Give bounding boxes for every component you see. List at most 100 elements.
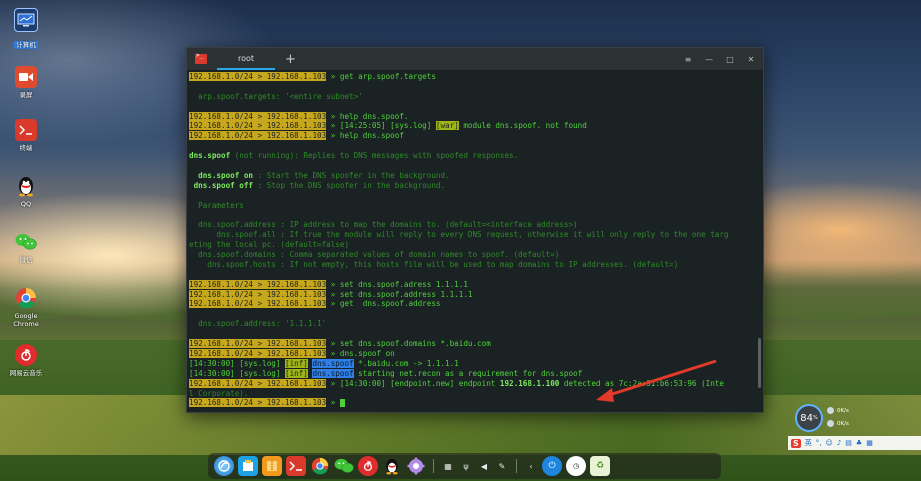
desktop-icon-label: 终端 — [19, 144, 33, 152]
sogou-logo-icon[interactable]: S — [791, 438, 801, 448]
tab-label: root — [237, 53, 255, 63]
terminal-titlebar[interactable]: root + ≡ — □ ✕ — [187, 48, 763, 70]
keyboard-icon[interactable]: ▤ — [845, 439, 852, 447]
clock-icon[interactable]: ◷ — [566, 456, 586, 476]
prompt: 192.168.1.0/24 > 192.168.1.103 — [189, 279, 327, 289]
terminal-icon[interactable] — [286, 456, 306, 476]
skin-icon[interactable]: ♣ — [856, 439, 862, 447]
terminal-line: dns.spoof.address: '1.1.1.1' — [189, 319, 327, 329]
terminal-line: dns.spoof on : Start the DNS spoofer in … — [189, 170, 450, 180]
terminal-line: dns.spoof.all : If true the module will … — [189, 230, 729, 240]
pen-icon[interactable]: ✎ — [495, 456, 509, 476]
upload-speed: 0K/s — [827, 407, 849, 414]
computer-icon — [14, 8, 38, 32]
cpu-gauge: 84% — [795, 404, 823, 432]
volume-icon[interactable]: ◀ — [477, 456, 491, 476]
dock: ▦ ψ ◀ ✎ ‹ ⏻ ◷ ♻ — [208, 453, 721, 479]
terminal-app-icon — [195, 52, 207, 64]
terminal-line: 192.168.1.0/24 > 192.168.1.103 » set dns… — [189, 339, 491, 349]
netease-music-icon — [15, 344, 37, 366]
desktop-icon-recorder[interactable]: 录屏 — [6, 66, 46, 99]
terminal-cursor — [339, 399, 345, 408]
terminal-line: dns.spoof (not running): Replies to DNS … — [189, 151, 519, 161]
ime-mode[interactable]: 英 — [805, 438, 812, 448]
desktop-icon-label: QQ — [20, 200, 32, 208]
launcher-icon[interactable] — [214, 456, 234, 476]
prompt: 192.168.1.0/24 > 192.168.1.103 — [189, 398, 327, 408]
annotation-arrow-icon — [596, 359, 717, 402]
terminal-line: 192.168.1.0/24 > 192.168.1.103 » help dn… — [189, 111, 409, 121]
settings-icon[interactable] — [406, 456, 426, 476]
download-speed: 0K/s — [827, 420, 849, 427]
desktop-icon-label: 录屏 — [19, 91, 33, 99]
prompt: 192.168.1.0/24 > 192.168.1.103 — [189, 111, 327, 121]
desktop-icon-terminal[interactable]: 终端 — [6, 119, 46, 152]
archive-icon[interactable] — [262, 456, 282, 476]
terminal-line: dns.spoof.address : IP address to map th… — [189, 220, 578, 230]
desktop-icon-label: 计算机 — [14, 41, 38, 49]
terminal-line: dns.spoof.hosts : If not empty, this hos… — [189, 259, 679, 269]
screen-recorder-icon — [15, 66, 37, 88]
qq-penguin-icon — [15, 175, 37, 197]
prompt: 192.168.1.0/24 > 192.168.1.103 — [189, 121, 327, 131]
menu-button[interactable]: ≡ — [684, 55, 692, 64]
tab-root[interactable]: root — [217, 48, 275, 70]
dock-separator — [516, 459, 517, 473]
desktop-icon-qq[interactable]: QQ — [6, 175, 46, 208]
terminal-scrollbar[interactable] — [758, 338, 761, 388]
system-monitor-widget[interactable]: 84% 0K/s 0K/s — [795, 404, 871, 434]
microphone-icon[interactable]: ♪ — [837, 439, 841, 447]
terminal-line: Parameters — [189, 200, 244, 210]
wechat-icon — [15, 231, 37, 253]
usb-icon[interactable]: ψ — [459, 456, 473, 476]
upload-icon — [827, 407, 834, 414]
desktop-icon-label: 网易云音乐 — [9, 369, 43, 377]
prompt: 192.168.1.0/24 > 192.168.1.103 — [189, 289, 327, 299]
download-icon — [827, 420, 834, 427]
ime-toolbar[interactable]: S 英 °, ☺ ♪ ▤ ♣ ▦ — [788, 436, 921, 450]
terminal-line: dns.spoof off : Stop the DNS spoofer in … — [189, 180, 446, 190]
minimize-button[interactable]: — — [705, 55, 713, 64]
desktop-icon-label: Google Chrome — [13, 312, 39, 328]
new-tab-button[interactable]: + — [285, 53, 296, 66]
emoji-icon[interactable]: ☺ — [826, 439, 833, 447]
qq-penguin-icon[interactable] — [382, 456, 402, 476]
terminal-line: 192.168.1.0/24 > 192.168.1.103 » set dns… — [189, 279, 468, 289]
wechat-icon[interactable] — [334, 456, 354, 476]
close-button[interactable]: ✕ — [747, 55, 755, 64]
desktop-icon-label: 微信 — [19, 256, 33, 264]
dock-separator — [433, 459, 434, 473]
terminal-line: eting the local pc. (default=false) — [189, 240, 350, 250]
prompt: 192.168.1.0/24 > 192.168.1.103 — [189, 131, 327, 141]
terminal-line: arp.spoof.targets: '<entire subnet>' — [189, 91, 363, 101]
prompt: 192.168.1.0/24 > 192.168.1.103 — [189, 378, 327, 388]
terminal-line: 192.168.1.0/24 > 192.168.1.103 » [14:25:… — [189, 121, 587, 131]
desktop-icon-netease-music[interactable]: 网易云音乐 — [6, 344, 46, 377]
prompt: 192.168.1.0/24 > 192.168.1.103 — [189, 299, 327, 309]
chevron-left-icon[interactable]: ‹ — [524, 456, 538, 476]
punctuation-icon[interactable]: °, — [816, 439, 822, 447]
desktop-icon-chrome[interactable]: Google Chrome — [6, 287, 46, 328]
prompt: 192.168.1.0/24 > 192.168.1.103 — [189, 72, 327, 81]
prompt: 192.168.1.0/24 > 192.168.1.103 — [189, 348, 327, 358]
power-icon[interactable]: ⏻ — [542, 456, 562, 476]
netease-music-icon[interactable] — [358, 456, 378, 476]
terminal-icon — [15, 119, 37, 141]
trash-icon[interactable]: ♻ — [590, 456, 610, 476]
terminal-window[interactable]: root + ≡ — □ ✕ 192.168.1.0/24 > 192.168.… — [186, 47, 764, 413]
chrome-icon — [15, 287, 37, 309]
chrome-icon[interactable] — [310, 456, 330, 476]
keyboard-icon[interactable]: ▦ — [441, 456, 455, 476]
file-manager-icon[interactable] — [238, 456, 258, 476]
terminal-line: 192.168.1.0/24 > 192.168.1.103 » get arp… — [189, 72, 436, 81]
terminal-line: dns.spoof.domains : Comma separated valu… — [189, 250, 560, 260]
desktop-icon-wechat[interactable]: 微信 — [6, 231, 46, 264]
prompt: 192.168.1.0/24 > 192.168.1.103 — [189, 339, 327, 349]
terminal-line: 192.168.1.0/24 > 192.168.1.103 » set dns… — [189, 289, 473, 299]
terminal-line: 192.168.1.0/24 > 192.168.1.103 » get dns… — [189, 299, 441, 309]
toolbox-icon[interactable]: ▦ — [866, 439, 873, 447]
window-controls: ≡ — □ ✕ — [684, 48, 755, 70]
maximize-button[interactable]: □ — [726, 55, 734, 64]
desktop-icon-computer[interactable]: 计算机 — [6, 8, 46, 51]
terminal-line: 192.168.1.0/24 > 192.168.1.103 » help dn… — [189, 131, 404, 141]
